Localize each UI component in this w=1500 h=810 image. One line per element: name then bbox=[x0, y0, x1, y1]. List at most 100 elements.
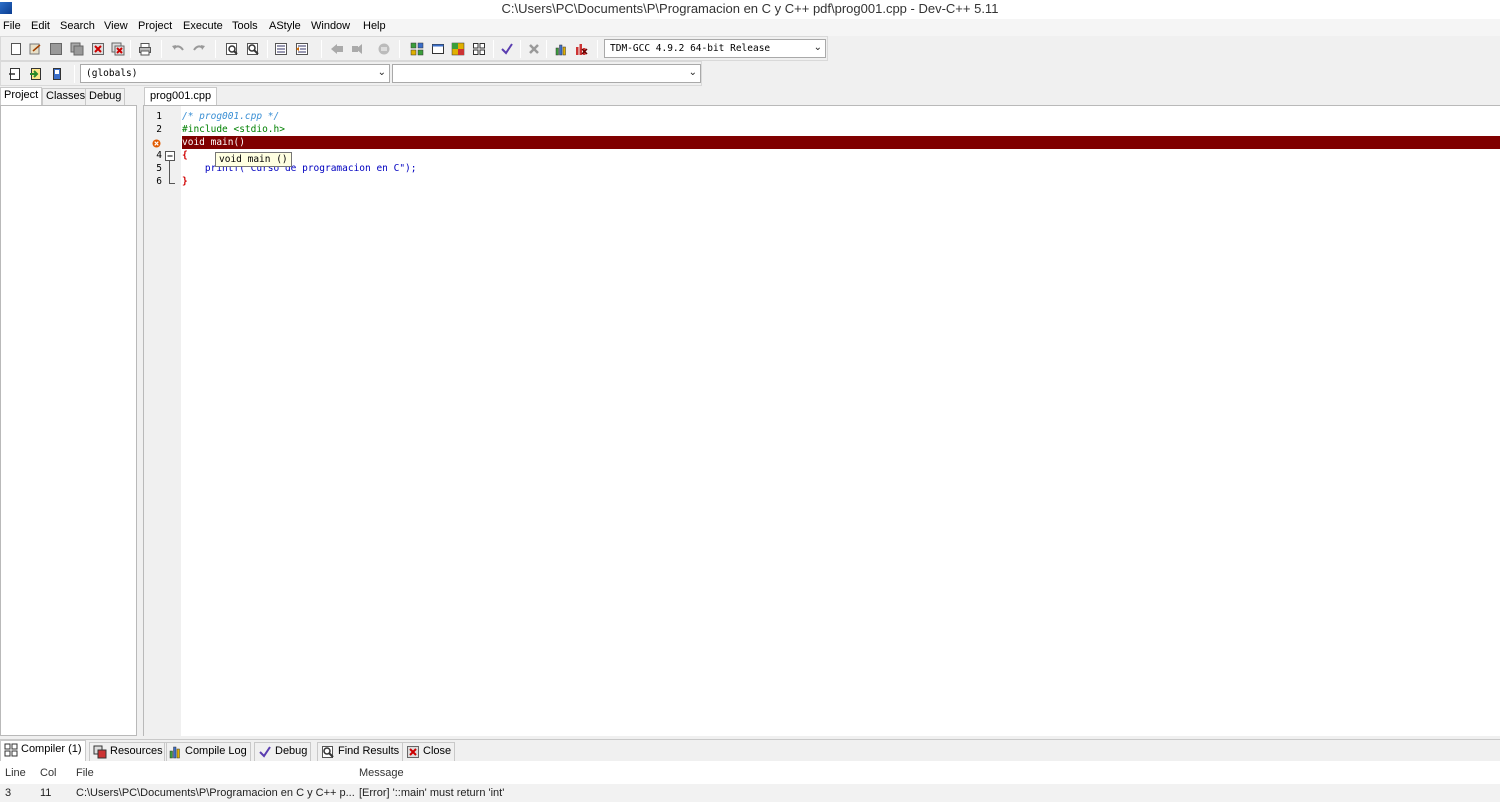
toolbar-separator bbox=[130, 40, 131, 58]
checkmark-icon bbox=[259, 746, 271, 758]
project-browser[interactable] bbox=[0, 105, 137, 736]
stop-execution-button[interactable] bbox=[525, 40, 543, 58]
code-line-3: void main() bbox=[182, 137, 245, 148]
bookmark-back-button[interactable] bbox=[328, 40, 346, 58]
goto-button[interactable] bbox=[27, 65, 45, 83]
menu-execute[interactable]: Execute bbox=[182, 20, 224, 32]
tab-classes[interactable]: Classes bbox=[42, 88, 90, 105]
unindent-button[interactable] bbox=[293, 40, 311, 58]
compiler-icon bbox=[4, 743, 18, 757]
redo-icon bbox=[193, 45, 205, 51]
member-select[interactable]: ⌄ bbox=[392, 64, 701, 83]
chart-icon bbox=[555, 44, 566, 56]
scope-select-value: (globals) bbox=[86, 68, 138, 79]
header-message[interactable]: Message bbox=[359, 767, 404, 779]
code-line-2: #include <stdio.h> bbox=[182, 124, 285, 135]
line-number: 6 bbox=[156, 176, 162, 187]
toolbar-separator bbox=[493, 40, 494, 58]
profile-button[interactable] bbox=[552, 40, 570, 58]
new-file-button[interactable] bbox=[7, 40, 25, 58]
tab-compile-log[interactable]: Compile Log bbox=[164, 742, 251, 761]
tab-close[interactable]: Close bbox=[402, 742, 456, 761]
close-all-button[interactable] bbox=[109, 40, 127, 58]
save-all-icon bbox=[70, 42, 84, 56]
bookmark-icon bbox=[378, 43, 390, 55]
fold-collapse-icon[interactable] bbox=[165, 151, 175, 161]
menu-view[interactable]: View bbox=[103, 20, 129, 32]
line-number: 2 bbox=[156, 124, 162, 135]
tab-project[interactable]: Project bbox=[0, 87, 43, 105]
tab-resources-label: Resources bbox=[110, 745, 163, 757]
save-all-button[interactable] bbox=[68, 40, 86, 58]
menu-file[interactable]: File bbox=[2, 20, 22, 32]
tab-compiler[interactable]: Compiler (1) bbox=[0, 740, 86, 761]
menu-edit[interactable]: Edit bbox=[30, 20, 51, 32]
toggle-button[interactable] bbox=[48, 65, 66, 83]
undo-button[interactable] bbox=[169, 40, 187, 58]
open-file-button[interactable] bbox=[26, 40, 44, 58]
bookmark-forward-button[interactable] bbox=[349, 40, 367, 58]
syntax-check-button[interactable] bbox=[498, 40, 516, 58]
menu-tools[interactable]: Tools bbox=[231, 20, 259, 32]
error-marker-icon bbox=[152, 139, 161, 148]
redo-button[interactable] bbox=[190, 40, 208, 58]
panel-icon bbox=[53, 68, 61, 80]
header-line[interactable]: Line bbox=[5, 767, 26, 779]
delete-profile-button[interactable] bbox=[572, 40, 590, 58]
run-button[interactable] bbox=[429, 40, 447, 58]
tab-close-label: Close bbox=[423, 745, 452, 757]
header-file[interactable]: File bbox=[76, 767, 94, 779]
goto-icon bbox=[30, 68, 41, 80]
scope-select[interactable]: (globals) ⌄ bbox=[80, 64, 390, 83]
toolbar-separator bbox=[267, 40, 268, 58]
find-button[interactable] bbox=[223, 40, 241, 58]
menu-astyle[interactable]: AStyle bbox=[268, 20, 302, 32]
menu-search[interactable]: Search bbox=[59, 20, 96, 32]
chevron-down-icon: ⌄ bbox=[377, 67, 386, 78]
tab-find-results[interactable]: Find Results bbox=[317, 742, 404, 761]
save-button[interactable] bbox=[47, 40, 65, 58]
class-toolbar: (globals) ⌄ ⌄ bbox=[0, 61, 702, 86]
toolbar-separator bbox=[597, 40, 598, 58]
tab-prog001[interactable]: prog001.cpp bbox=[144, 87, 218, 105]
compile-button[interactable] bbox=[408, 40, 426, 58]
indent-button[interactable] bbox=[272, 40, 290, 58]
insert-button[interactable] bbox=[6, 65, 24, 83]
indent-icon bbox=[275, 43, 287, 55]
header-col[interactable]: Col bbox=[40, 767, 57, 779]
menu-project[interactable]: Project bbox=[137, 20, 173, 32]
checkmark-icon bbox=[501, 43, 513, 55]
save-icon bbox=[50, 43, 62, 55]
toolbar-separator bbox=[520, 40, 521, 58]
menu-window[interactable]: Window bbox=[310, 20, 351, 32]
tab-compile-log-label: Compile Log bbox=[185, 745, 247, 757]
tab-debug-bottom[interactable]: Debug bbox=[254, 742, 312, 761]
toolbar-separator bbox=[161, 40, 162, 58]
compiler-messages[interactable]: Line Col File Message 3 11 C:\Users\PC\D… bbox=[0, 761, 1500, 810]
menu-help[interactable]: Help bbox=[362, 20, 387, 32]
close-file-button[interactable] bbox=[89, 40, 107, 58]
row-file: C:\Users\PC\Documents\P\Programacion en … bbox=[76, 787, 355, 799]
tab-find-results-label: Find Results bbox=[338, 745, 400, 757]
print-button[interactable] bbox=[136, 40, 154, 58]
replace-button[interactable] bbox=[244, 40, 262, 58]
bookmark-toggle-button[interactable] bbox=[375, 40, 393, 58]
run-icon bbox=[432, 44, 444, 54]
tab-resources[interactable]: Resources bbox=[89, 742, 167, 761]
compile-run-button[interactable] bbox=[449, 40, 467, 58]
row-col: 11 bbox=[40, 787, 52, 799]
toolbar-separator bbox=[321, 40, 322, 58]
tab-debug[interactable]: Debug bbox=[85, 88, 126, 105]
undo-icon bbox=[172, 45, 184, 51]
window-title: C:\Users\PC\Documents\P\Programacion en … bbox=[501, 1, 999, 16]
compile-icon bbox=[410, 42, 424, 56]
compiler-select[interactable]: TDM-GCC 4.9.2 64-bit Release ⌄ bbox=[604, 39, 826, 58]
chart-icon bbox=[169, 746, 180, 759]
toolbar-separator bbox=[399, 40, 400, 58]
editor-tabs: prog001.cpp bbox=[140, 87, 1500, 105]
rebuild-all-button[interactable] bbox=[470, 40, 488, 58]
code-editor[interactable]: 1 2 4 5 6 /* prog001.cpp */ #include <st… bbox=[143, 105, 1500, 736]
function-hint-tooltip: void main () bbox=[215, 152, 292, 167]
chevron-down-icon: ⌄ bbox=[688, 67, 697, 78]
row-message: [Error] '::main' must return 'int' bbox=[359, 787, 505, 799]
